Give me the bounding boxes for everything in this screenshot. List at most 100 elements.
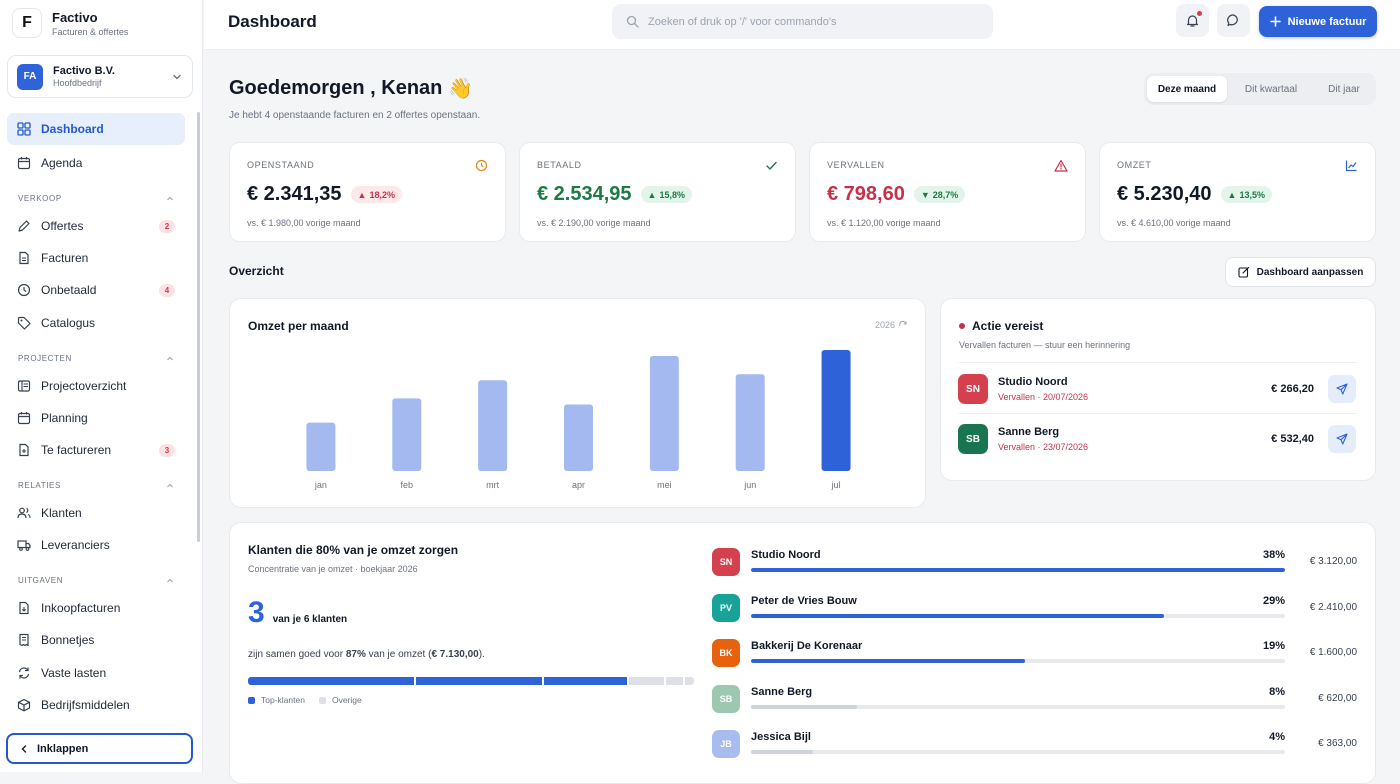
client-name: Bakkerij De Korenaar — [751, 640, 863, 652]
layout-icon — [17, 379, 31, 393]
client-row[interactable]: PV Peter de Vries Bouw 29% € 2.410,00 — [712, 594, 1357, 624]
client-share-fill — [751, 614, 1165, 618]
overdue-amount: € 266,20 — [1271, 383, 1314, 395]
sidebar-scrollbar[interactable] — [197, 112, 200, 542]
customize-label: Dashboard aanpassen — [1256, 266, 1364, 278]
notification-dot — [1197, 11, 1202, 16]
send-reminder-button[interactable] — [1328, 375, 1356, 403]
kpi-label: VERVALLEN — [827, 160, 885, 170]
overdue-row[interactable]: SB Sanne Berg Vervallen · 23/07/2026 € 5… — [958, 414, 1356, 464]
clock-icon — [17, 283, 31, 297]
kpi-label: OMZET — [1117, 160, 1152, 170]
customize-dashboard-button[interactable]: Dashboard aanpassen — [1225, 257, 1376, 287]
sidebar-item-leveranciers[interactable]: Leveranciers — [7, 529, 185, 561]
sidebar-item-label: Agenda — [41, 156, 83, 170]
client-row[interactable]: SB Sanne Berg 8% € 620,00 — [712, 685, 1357, 715]
sidebar-item-te-factureren[interactable]: Te factureren 3 — [7, 434, 185, 466]
client-avatar: SB — [958, 424, 988, 454]
client-row[interactable]: JB Jessica Bijl 4% € 363,00 — [712, 730, 1357, 760]
grid-icon — [17, 122, 31, 136]
overview-title: Overzicht — [229, 264, 284, 278]
sidebar-item-label: Leveranciers — [41, 538, 110, 552]
client-revenue: € 3.120,00 — [1309, 556, 1357, 567]
sidebar-item-label: Klanten — [41, 506, 82, 520]
x-tick-label: jan — [314, 480, 327, 490]
sidebar-item-vaste-lasten[interactable]: Vaste lasten — [7, 657, 185, 689]
company-name: Factivo B.V. — [53, 65, 115, 77]
search-input[interactable]: Zoeken of druk op '/' voor commando's — [612, 4, 993, 39]
client-row[interactable]: SN Studio Noord 38% € 3.120,00 — [712, 548, 1357, 578]
sentence-post: ). — [478, 649, 485, 660]
sidebar-item-planning[interactable]: Planning — [7, 402, 185, 434]
client-share-fill — [751, 705, 858, 709]
section-verkoop[interactable]: VERKOOP — [18, 194, 174, 203]
sidebar-item-klanten[interactable]: Klanten — [7, 497, 185, 529]
client-share-track — [751, 705, 1285, 709]
section-label: UITGAVEN — [18, 576, 64, 585]
overdue-row[interactable]: SN Studio Noord Vervallen · 20/07/2026 €… — [958, 364, 1356, 414]
kpi-value: € 5.230,40 — [1117, 183, 1212, 205]
greeting-subtitle: Je hebt 4 openstaande facturen en 2 offe… — [229, 110, 481, 121]
sidebar-item-offertes[interactable]: Offertes 2 — [7, 210, 185, 242]
sidebar-item-catalogus[interactable]: Catalogus — [7, 307, 185, 339]
sidebar-item-onbetaald[interactable]: Onbetaald 4 — [7, 274, 185, 306]
kpi-label: BETAALD — [537, 160, 582, 170]
period-option-this-year[interactable]: Dit jaar — [1315, 76, 1373, 102]
bar-jul[interactable] — [821, 350, 851, 471]
sentence-mid: van je omzet ( — [368, 649, 432, 660]
bar-jan[interactable] — [306, 422, 336, 471]
sidebar-item-facturen[interactable]: Facturen — [7, 242, 185, 274]
section-uitgaven[interactable]: UITGAVEN — [18, 576, 174, 585]
sidebar-item-dashboard[interactable]: Dashboard — [7, 113, 185, 145]
chat-bubble-icon — [1226, 13, 1241, 28]
search-icon — [626, 15, 639, 28]
client-name: Sanne Berg — [751, 686, 813, 698]
collapse-sidebar-button[interactable]: Inklappen — [6, 733, 193, 764]
concentration-subtitle: Concentratie van je omzet · boekjaar 202… — [248, 564, 418, 574]
legend-other-label: Overige — [331, 695, 362, 705]
edit-icon — [1238, 266, 1250, 278]
company-switcher[interactable]: FA Factivo B.V. Hoofdbedrijf — [7, 55, 193, 98]
revenue-bar-chart: jan feb mrt apr mei jun jul — [306, 350, 851, 490]
sidebar-item-agenda[interactable]: Agenda — [7, 147, 185, 179]
kpi-card-betaald[interactable]: BETAALD € 2.534,95 ▲ 15,8% vs. € 2.190,00… — [519, 142, 796, 242]
tag-icon — [17, 316, 31, 330]
client-row[interactable]: BK Bakkerij De Korenaar 19% € 1.600,00 — [712, 639, 1357, 669]
bar-jun[interactable] — [735, 374, 765, 471]
sidebar-item-projectoverzicht[interactable]: Projectoverzicht — [7, 370, 185, 402]
messages-button[interactable] — [1217, 4, 1250, 37]
period-option-this-month[interactable]: Deze maand — [1147, 76, 1227, 102]
send-reminder-button[interactable] — [1328, 425, 1356, 453]
section-relaties[interactable]: RELATIES — [18, 481, 174, 490]
brand[interactable]: F Factivo Facturen & offertes — [12, 8, 128, 38]
count-badge: 4 — [159, 283, 175, 297]
kpi-change-badge: ▼ 28,7% — [913, 186, 966, 203]
sidebar-item-bonnetjes[interactable]: Bonnetjes — [7, 624, 185, 656]
chart-line-icon — [1345, 159, 1358, 172]
new-invoice-button[interactable]: Nieuwe factuur — [1259, 6, 1377, 37]
kpi-card-openstaand[interactable]: OPENSTAAND € 2.341,35 ▲ 18,2% vs. € 1.980… — [229, 142, 506, 242]
bar-mrt[interactable] — [478, 380, 508, 471]
brand-name: Factivo — [52, 9, 98, 25]
bar-apr[interactable] — [564, 404, 593, 471]
kpi-card-vervallen[interactable]: VERVALLEN € 798,60 ▼ 28,7% vs. € 1.120,00… — [809, 142, 1086, 242]
concentration-segment — [628, 677, 664, 685]
kpi-card-omzet[interactable]: OMZET € 5.230,40 ▲ 13,5% vs. € 4.610,00 v… — [1099, 142, 1376, 242]
concentration-legend: Top-klanten Overige — [248, 695, 362, 705]
kpi-value: € 798,60 — [827, 183, 905, 205]
client-share-pct: 38% — [1262, 549, 1285, 561]
count-badge: 3 — [159, 443, 175, 457]
waving-hand-icon: 👋 — [448, 78, 474, 100]
sidebar-item-inkoopfacturen[interactable]: Inkoopfacturen — [7, 592, 185, 624]
client-name: Studio Noord — [751, 549, 821, 561]
notifications-button[interactable] — [1176, 4, 1209, 37]
bar-mei[interactable] — [649, 356, 679, 471]
kpi-value: € 2.534,95 — [537, 183, 632, 205]
arrow-down-icon: ▼ — [920, 189, 930, 200]
bar-feb[interactable] — [392, 398, 422, 471]
client-share-track — [751, 659, 1285, 663]
sidebar-item-bedrijfsmiddelen[interactable]: Bedrijfsmiddelen — [7, 689, 185, 721]
period-option-this-quarter[interactable]: Dit kwartaal — [1229, 76, 1313, 102]
section-projecten[interactable]: PROJECTEN — [18, 354, 174, 363]
client-revenue: € 363,00 — [1318, 738, 1357, 749]
